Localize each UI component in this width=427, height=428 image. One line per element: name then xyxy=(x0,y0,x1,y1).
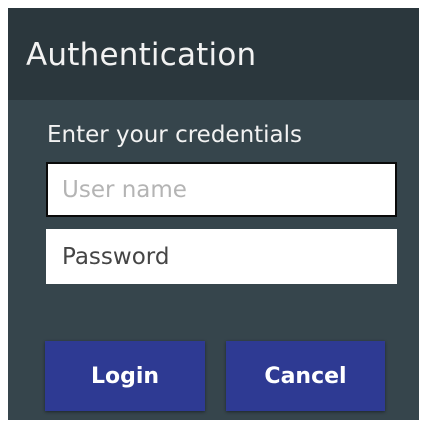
dialog-titlebar: Authentication xyxy=(8,8,419,100)
dialog-title: Authentication xyxy=(26,37,257,73)
username-input[interactable] xyxy=(46,162,397,217)
cancel-button[interactable]: Cancel xyxy=(226,341,385,411)
password-input[interactable] xyxy=(46,229,397,284)
authentication-dialog: Authentication Enter your credentials Lo… xyxy=(8,8,419,420)
credentials-prompt: Enter your credentials xyxy=(47,122,303,148)
login-button[interactable]: Login xyxy=(45,341,205,411)
